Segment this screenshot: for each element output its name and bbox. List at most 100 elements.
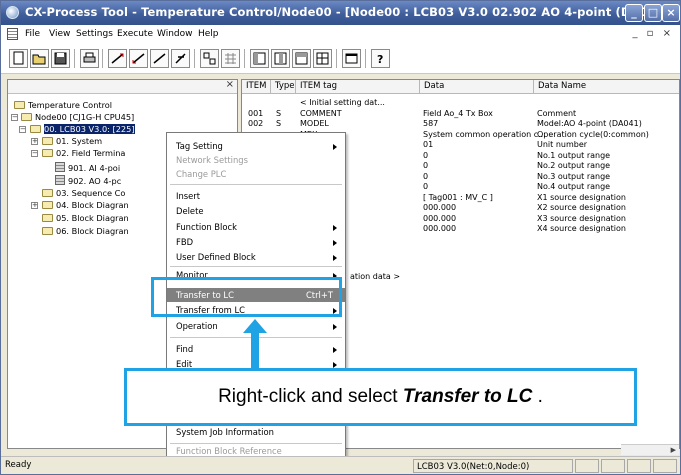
horizontal-scrollbar[interactable]: ▶ [621, 444, 679, 455]
tree-node-node00[interactable]: Node00 [CJ1G-H CPU45] [21, 112, 134, 123]
wire-icon[interactable] [108, 49, 127, 68]
folder-icon [30, 125, 41, 133]
column-header-data[interactable]: Data [420, 80, 534, 94]
table-cell-type[interactable]: S [276, 119, 281, 129]
table-icon[interactable] [250, 49, 269, 68]
new-icon[interactable] [9, 49, 28, 68]
folder-icon [21, 113, 32, 121]
help-icon[interactable]: ? [371, 49, 390, 68]
pen-icon[interactable] [171, 49, 190, 68]
table-cell-name[interactable]: Unit number [537, 140, 587, 150]
instruction-callout: Right-click and select Transfer to LC . [124, 368, 637, 426]
close-pane-button[interactable]: × [226, 80, 234, 90]
table-cell-name[interactable]: No.4 output range [537, 182, 610, 192]
table-icon[interactable] [292, 49, 311, 68]
title-bar[interactable]: CX-Process Tool - Temperature Control/No… [1, 1, 680, 25]
table-cell-data[interactable]: 587 [423, 119, 438, 129]
callout-text: Right-click and select Transfer to LC . [218, 386, 543, 407]
block-icon[interactable] [200, 49, 219, 68]
table-cell-data[interactable]: 01 [423, 140, 433, 150]
table-cell-data[interactable]: Field Ao_4 Tx Box [423, 109, 493, 119]
table-cell-data[interactable]: 0 [423, 182, 428, 192]
table-cell-data[interactable]: 000.000 [423, 224, 456, 234]
wire-icon[interactable] [150, 49, 169, 68]
table-cell-name[interactable]: X2 source designation [537, 203, 626, 213]
table-cell-name[interactable]: X1 source designation [537, 193, 626, 203]
table-cell-name[interactable]: No.3 output range [537, 172, 610, 182]
table-cell-name[interactable]: X4 source designation [537, 224, 626, 234]
table-cell-tag[interactable]: MODEL [300, 119, 329, 129]
open-icon[interactable] [30, 49, 49, 68]
table-cell-item[interactable]: 002 [248, 119, 263, 129]
tree-node-ao-4-point[interactable]: 902. AO 4-pc [55, 175, 121, 186]
table-cell-data[interactable]: 0 [423, 172, 428, 182]
table-cell-data[interactable]: [ Tag001 : MV_C ] [423, 193, 493, 203]
submenu-arrow-icon [333, 324, 337, 330]
folder-icon [42, 201, 53, 209]
table-icon[interactable] [313, 49, 332, 68]
table-cell-name[interactable]: Operation cycle(0:common) [537, 130, 649, 140]
menu-item-delete[interactable]: Delete [167, 204, 345, 218]
status-ready: Ready [5, 460, 32, 470]
table-cell-name[interactable]: X3 source designation [537, 214, 626, 224]
menu-settings[interactable]: Settings [76, 29, 113, 39]
tree-node-sequence-control[interactable]: 03. Sequence Co [42, 188, 125, 199]
menu-view[interactable]: View [49, 29, 70, 39]
folder-icon [42, 149, 53, 157]
column-header-item[interactable]: ITEM [242, 80, 271, 94]
mdi-window-controls[interactable]: _ ▫ × [632, 28, 674, 39]
collapse-icon[interactable]: − [19, 126, 26, 133]
tree-node-system[interactable]: 01. System [42, 136, 102, 147]
tree-node-block-diagram-05[interactable]: 05. Block Diagran [42, 213, 129, 224]
tree-node-block-diagram-04[interactable]: 04. Block Diagran [42, 200, 129, 211]
table-cell-item[interactable]: 001 [248, 109, 263, 119]
save-icon[interactable] [51, 49, 70, 68]
table-cell-data[interactable]: 000.000 [423, 214, 456, 224]
table-cell-data[interactable]: 0 [423, 151, 428, 161]
document-icon[interactable] [7, 28, 18, 40]
maximize-button[interactable]: □ [644, 4, 662, 22]
collapse-icon[interactable]: − [11, 114, 18, 121]
tree-node-project[interactable]: Temperature Control [14, 100, 112, 111]
menu-item-tag-setting[interactable]: Tag Setting [167, 139, 345, 153]
menu-item-function-block[interactable]: Function Block [167, 220, 345, 234]
tree-node-block-diagram-06[interactable]: 06. Block Diagran [42, 226, 129, 237]
list-section-label: ation data > [350, 272, 401, 281]
expand-icon[interactable]: + [31, 202, 38, 209]
column-header-data-name[interactable]: Data Name [534, 80, 679, 94]
expand-icon[interactable]: + [31, 138, 38, 145]
wire-icon[interactable] [129, 49, 148, 68]
menu-item-user-defined-block[interactable]: User Defined Block [167, 250, 345, 264]
column-header-type[interactable]: Type [271, 80, 296, 94]
menu-help[interactable]: Help [198, 29, 219, 39]
menu-item-insert[interactable]: Insert [167, 189, 345, 203]
menu-window[interactable]: Window [157, 29, 193, 39]
table-cell-type[interactable]: S [276, 109, 281, 119]
minimize-button[interactable]: _ [625, 4, 643, 22]
close-button[interactable]: × [662, 4, 680, 22]
table-cell-tag[interactable]: COMMENT [300, 109, 342, 119]
grid-icon[interactable] [221, 49, 240, 68]
table-cell-name[interactable]: Comment [537, 109, 576, 119]
menu-execute[interactable]: Execute [117, 29, 153, 39]
table-cell-name[interactable]: No.2 output range [537, 161, 610, 171]
table-icon[interactable] [271, 49, 290, 68]
menu-item-system-job-information[interactable]: System Job Information [167, 425, 345, 439]
print-icon[interactable] [80, 49, 99, 68]
table-cell-name[interactable]: No.1 output range [537, 151, 610, 161]
menu-file[interactable]: File [25, 29, 40, 39]
menu-item-fbd[interactable]: FBD [167, 235, 345, 249]
window-icon[interactable] [342, 49, 361, 68]
column-header-item-tag[interactable]: ITEM tag [296, 80, 420, 94]
collapse-icon[interactable]: − [31, 150, 38, 157]
table-cell-data[interactable]: System common operation c... [423, 130, 546, 140]
tree-node-field-terminal[interactable]: 02. Field Termina [42, 148, 125, 159]
table-cell-tag[interactable]: < Initial setting dat... [300, 98, 385, 108]
device-icon [55, 162, 65, 172]
tree-node-lcb03[interactable]: 00. LCB03 V3.0: [225] [30, 124, 135, 135]
table-cell-name[interactable]: Model:AO 4-point (DA041) [537, 119, 642, 129]
table-cell-data[interactable]: 0 [423, 161, 428, 171]
status-panel [627, 459, 651, 473]
table-cell-data[interactable]: 000.000 [423, 203, 456, 213]
tree-node-ai-4-point[interactable]: 901. AI 4-poi [55, 162, 120, 173]
